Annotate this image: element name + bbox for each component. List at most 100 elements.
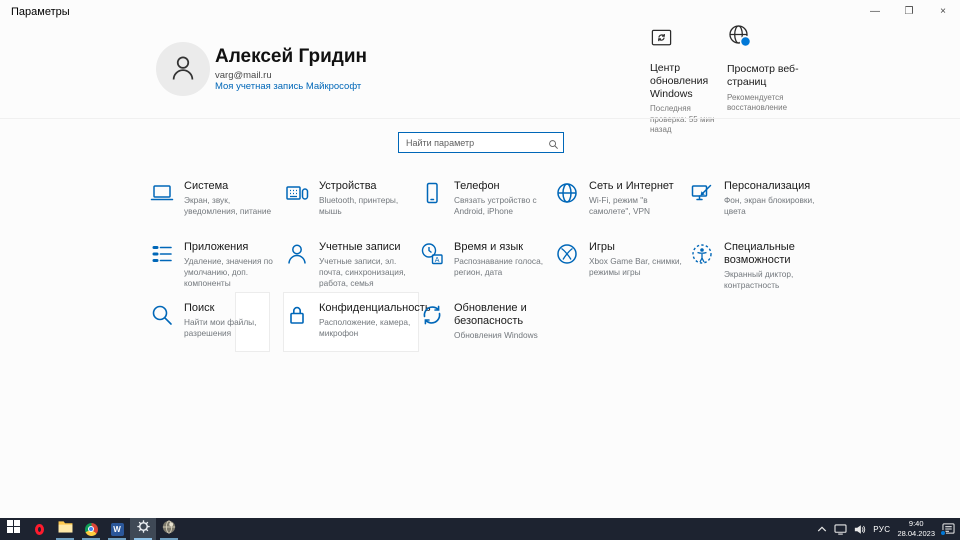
tile-title: Время и язык [454,241,547,254]
language-indicator[interactable]: РУС [873,525,890,534]
globe-app-icon [162,520,176,539]
file-explorer-taskbar-button[interactable] [52,518,78,540]
taskbar: W [0,518,960,540]
search-icon [150,303,174,332]
windows-logo-icon [7,520,20,538]
status-tile-subtitle: Последняя проверка: 55 мин назад [650,104,726,135]
word-taskbar-button[interactable]: W [104,518,130,540]
tile-title: Игры [589,241,682,254]
tile-subtitle: Экран, звук, уведомления, питание [184,195,277,217]
xbox-icon [555,242,579,271]
clock[interactable]: 9:40 28.04.2023 [897,519,935,539]
window-controls: — ❐ × [858,0,960,22]
svg-text:A: A [435,257,440,264]
tile-subtitle: Распознавание голоса, регион, дата [454,256,547,278]
opera-taskbar-button[interactable] [26,518,52,540]
status-tile-title: Просмотр веб-страниц [727,63,803,89]
folder-icon [58,520,73,538]
network-icon[interactable] [834,524,847,535]
windows-update-status-tile[interactable]: Центр обновления Windows Последняя прове… [650,28,726,136]
settings-taskbar-button[interactable] [130,518,156,540]
windows-update-icon [650,35,673,52]
laptop-icon [150,181,174,210]
word-icon: W [111,523,124,536]
settings-tile-accounts[interactable]: Учетные записи Учетные записи, эл. почта… [285,241,420,302]
tray-expand-chevron-icon[interactable] [817,525,827,533]
title-bar: Параметры — ❐ × [0,0,960,30]
settings-tile-privacy[interactable]: Конфиденциальность Расположение, камера,… [285,302,420,363]
tray-date: 28.04.2023 [897,529,935,538]
devices-icon [285,181,309,210]
tray-time: 9:40 [909,519,924,528]
tile-title: Специальные возможности [724,241,817,267]
settings-categories: Система Экран, звук, уведомления, питани… [150,180,825,363]
tile-title: Поиск [184,302,277,315]
tile-subtitle: Wi-Fi, режим "в самолете", VPN [589,195,682,217]
settings-tile-phone[interactable]: Телефон Связать устройство с Android, iP… [420,180,555,241]
action-center-button[interactable] [942,523,955,535]
minimize-button[interactable]: — [858,0,892,22]
tile-title: Персонализация [724,180,817,193]
user-email: varg@mail.ru [215,70,272,81]
tile-subtitle: Фон, экран блокировки, цвета [724,195,817,217]
tile-subtitle: Xbox Game Bar, снимки, режимы игры [589,256,682,278]
person-icon [168,52,198,87]
refresh-icon [420,303,444,332]
tile-title: Телефон [454,180,547,193]
maximize-button[interactable]: ❐ [892,0,926,22]
clock-language-icon: A [420,242,444,271]
tile-title: Приложения [184,241,277,254]
tile-title: Сеть и Интернет [589,180,682,193]
lock-icon [285,303,309,332]
settings-tile-personalization[interactable]: Персонализация Фон, экран блокировки, цв… [690,180,825,241]
settings-tile-update-security[interactable]: Обновление и безопасность Обновления Win… [420,302,555,363]
opera-icon [35,524,44,535]
settings-tile-accessibility[interactable]: Специальные возможности Экранный диктор,… [690,241,825,302]
window-title: Параметры [11,6,70,18]
tile-subtitle: Расположение, камера, микрофон [319,317,431,339]
taskbar-apps: W [0,518,182,540]
browser-globe-taskbar-button[interactable] [156,518,182,540]
tile-title: Система [184,180,277,193]
hero-divider [0,118,960,119]
settings-search [398,132,564,153]
settings-tile-network[interactable]: Сеть и Интернет Wi-Fi, режим "в самолете… [555,180,690,241]
tile-subtitle: Удаление, значения по умолчанию, доп. ко… [184,256,277,288]
phone-icon [420,181,444,210]
status-tile-title: Центр обновления Windows [650,62,726,100]
settings-tile-apps[interactable]: Приложения Удаление, значения по умолчан… [150,241,285,302]
web-browsing-status-tile[interactable]: Просмотр веб-страниц Рекомендуется восст… [727,24,803,113]
status-tile-subtitle: Рекомендуется восстановление [727,93,803,114]
tile-subtitle: Обновления Windows [454,330,547,341]
tile-subtitle: Учетные записи, эл. почта, синхронизация… [319,256,412,288]
accessibility-icon [690,242,714,271]
avatar[interactable] [156,42,210,96]
close-button[interactable]: × [926,0,960,22]
settings-tile-gaming[interactable]: Игры Xbox Game Bar, снимки, режимы игры [555,241,690,302]
chrome-taskbar-button[interactable] [78,518,104,540]
settings-tile-system[interactable]: Система Экран, звук, уведомления, питани… [150,180,285,241]
user-name: Алексей Гридин [215,46,367,68]
web-browsing-icon [727,36,753,53]
tile-subtitle: Bluetooth, принтеры, мышь [319,195,412,217]
system-tray: РУС 9:40 28.04.2023 [817,518,960,540]
notification-badge [940,530,946,536]
start-button[interactable] [0,518,26,540]
tile-title: Учетные записи [319,241,412,254]
settings-tile-search[interactable]: Поиск Найти мои файлы, разрешения [150,302,285,363]
tile-subtitle: Найти мои файлы, разрешения [184,317,277,339]
search-input[interactable] [398,132,564,153]
settings-tile-time-language[interactable]: A Время и язык Распознавание голоса, рег… [420,241,555,302]
account-link[interactable]: Моя учетная запись Майкрософт [215,81,361,92]
gear-icon [136,519,151,539]
tile-title: Устройства [319,180,412,193]
tile-subtitle: Экранный диктор, контрастность [724,269,817,291]
personalization-icon [690,181,714,210]
volume-icon[interactable] [854,524,866,535]
globe-icon [555,181,579,210]
tile-subtitle: Связать устройство с Android, iPhone [454,195,547,217]
chrome-icon [85,523,98,536]
tile-title: Обновление и безопасность [454,302,547,328]
tile-title: Конфиденциальность [319,302,431,315]
settings-tile-devices[interactable]: Устройства Bluetooth, принтеры, мышь [285,180,420,241]
